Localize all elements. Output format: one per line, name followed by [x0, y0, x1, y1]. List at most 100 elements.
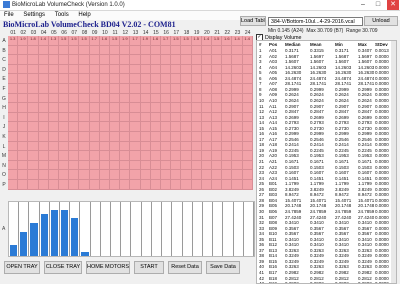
plate-well[interactable]: [79, 74, 90, 84]
plate-well[interactable]: [69, 55, 80, 65]
plate-well[interactable]: [212, 132, 223, 142]
plate-well[interactable]: [99, 93, 110, 104]
plate-well[interactable]: [191, 93, 202, 104]
plate-well[interactable]: [212, 64, 223, 75]
plate-well[interactable]: [242, 55, 253, 65]
plate-well[interactable]: [99, 151, 110, 161]
plate-well[interactable]: [140, 132, 151, 142]
plate-well[interactable]: [181, 45, 192, 56]
plate-well[interactable]: [8, 141, 19, 152]
menu-help[interactable]: Help: [78, 12, 90, 18]
plate-well[interactable]: [38, 45, 49, 56]
plate-well[interactable]: [59, 103, 70, 113]
plate-well[interactable]: [18, 84, 29, 94]
plate-well[interactable]: [69, 180, 80, 190]
plate-well[interactable]: [150, 93, 161, 104]
plate-well[interactable]: [8, 45, 19, 56]
plate-well[interactable]: [130, 132, 141, 142]
plate-well[interactable]: 1.9: [120, 36, 131, 46]
plate-well[interactable]: [150, 122, 161, 132]
plate-well[interactable]: [99, 122, 110, 132]
plate-well[interactable]: [181, 160, 192, 171]
plate-well[interactable]: [222, 160, 233, 171]
plate-well[interactable]: [38, 84, 49, 94]
plate-well[interactable]: [130, 74, 141, 84]
plate-well[interactable]: [99, 84, 110, 94]
plate-well[interactable]: [150, 141, 161, 152]
plate-well[interactable]: 1.9: [140, 36, 151, 46]
plate-well[interactable]: [222, 64, 233, 75]
plate-well[interactable]: [8, 160, 19, 171]
plate-well[interactable]: [140, 141, 151, 152]
plate-well[interactable]: 1.6: [222, 36, 233, 46]
home-motors-button[interactable]: HOME MOTORS: [86, 261, 130, 274]
plate-well[interactable]: [161, 55, 172, 65]
plate-well[interactable]: [140, 160, 151, 171]
plate-well[interactable]: [120, 170, 131, 180]
plate-well[interactable]: [222, 55, 233, 65]
plate-well[interactable]: [120, 103, 131, 113]
plate-well[interactable]: [69, 151, 80, 161]
plate-well[interactable]: [99, 74, 110, 84]
plate-well[interactable]: 1.3: [48, 36, 59, 46]
plate-well[interactable]: [212, 170, 223, 180]
plate-well[interactable]: [161, 103, 172, 113]
plate-well[interactable]: [18, 112, 29, 123]
plate-well[interactable]: [212, 180, 223, 190]
plate-well[interactable]: [59, 112, 70, 123]
plate-well[interactable]: [140, 93, 151, 104]
plate-well[interactable]: [171, 103, 182, 113]
plate-well[interactable]: [38, 103, 49, 113]
plate-well[interactable]: [130, 103, 141, 113]
plate-well[interactable]: [38, 64, 49, 75]
plate-well[interactable]: [201, 122, 212, 132]
plate-well[interactable]: [212, 141, 223, 152]
plate-well[interactable]: [28, 122, 39, 132]
plate-well[interactable]: [212, 112, 223, 123]
plate-well[interactable]: [161, 132, 172, 142]
plate-well[interactable]: [99, 55, 110, 65]
plate-well[interactable]: [38, 93, 49, 104]
plate-well[interactable]: 1.6: [99, 36, 110, 46]
plate-well[interactable]: [8, 74, 19, 84]
plate-well[interactable]: [242, 132, 253, 142]
plate-well[interactable]: [79, 93, 90, 104]
plate-well[interactable]: [8, 180, 19, 190]
plate-well[interactable]: [120, 55, 131, 65]
plate-well[interactable]: [222, 112, 233, 123]
plate-well[interactable]: [59, 93, 70, 104]
plate-well[interactable]: [28, 93, 39, 104]
plate-well[interactable]: [140, 55, 151, 65]
plate-well[interactable]: [222, 84, 233, 94]
plate-well[interactable]: [99, 103, 110, 113]
plate-well[interactable]: [130, 141, 141, 152]
plate-well[interactable]: [161, 180, 172, 190]
plate-well[interactable]: [89, 45, 100, 56]
plate-well[interactable]: [120, 132, 131, 142]
plate-well[interactable]: [191, 141, 202, 152]
plate-well[interactable]: 1.4: [201, 36, 212, 46]
save-data-button[interactable]: Save Data: [206, 261, 240, 274]
plate-well[interactable]: [242, 112, 253, 123]
plate-well[interactable]: [48, 151, 59, 161]
plate-well[interactable]: [120, 45, 131, 56]
plate-well[interactable]: [161, 141, 172, 152]
plate-well[interactable]: [8, 55, 19, 65]
plate-well[interactable]: [48, 64, 59, 75]
plate-well[interactable]: [89, 93, 100, 104]
plate-well[interactable]: [69, 160, 80, 171]
plate-well[interactable]: [38, 132, 49, 142]
plate-well[interactable]: [232, 84, 243, 94]
plate-well[interactable]: [48, 112, 59, 123]
plate-well[interactable]: [232, 45, 243, 56]
plate-well[interactable]: [222, 93, 233, 104]
plate-well[interactable]: 1.5: [110, 36, 121, 46]
plate-well[interactable]: [79, 112, 90, 123]
plate-well[interactable]: [201, 112, 212, 123]
plate-well[interactable]: [38, 180, 49, 190]
plate-well[interactable]: [242, 122, 253, 132]
plate-well[interactable]: [212, 84, 223, 94]
plate-well[interactable]: 1.5: [79, 36, 90, 46]
plate-well[interactable]: [69, 93, 80, 104]
plate-well[interactable]: [59, 141, 70, 152]
